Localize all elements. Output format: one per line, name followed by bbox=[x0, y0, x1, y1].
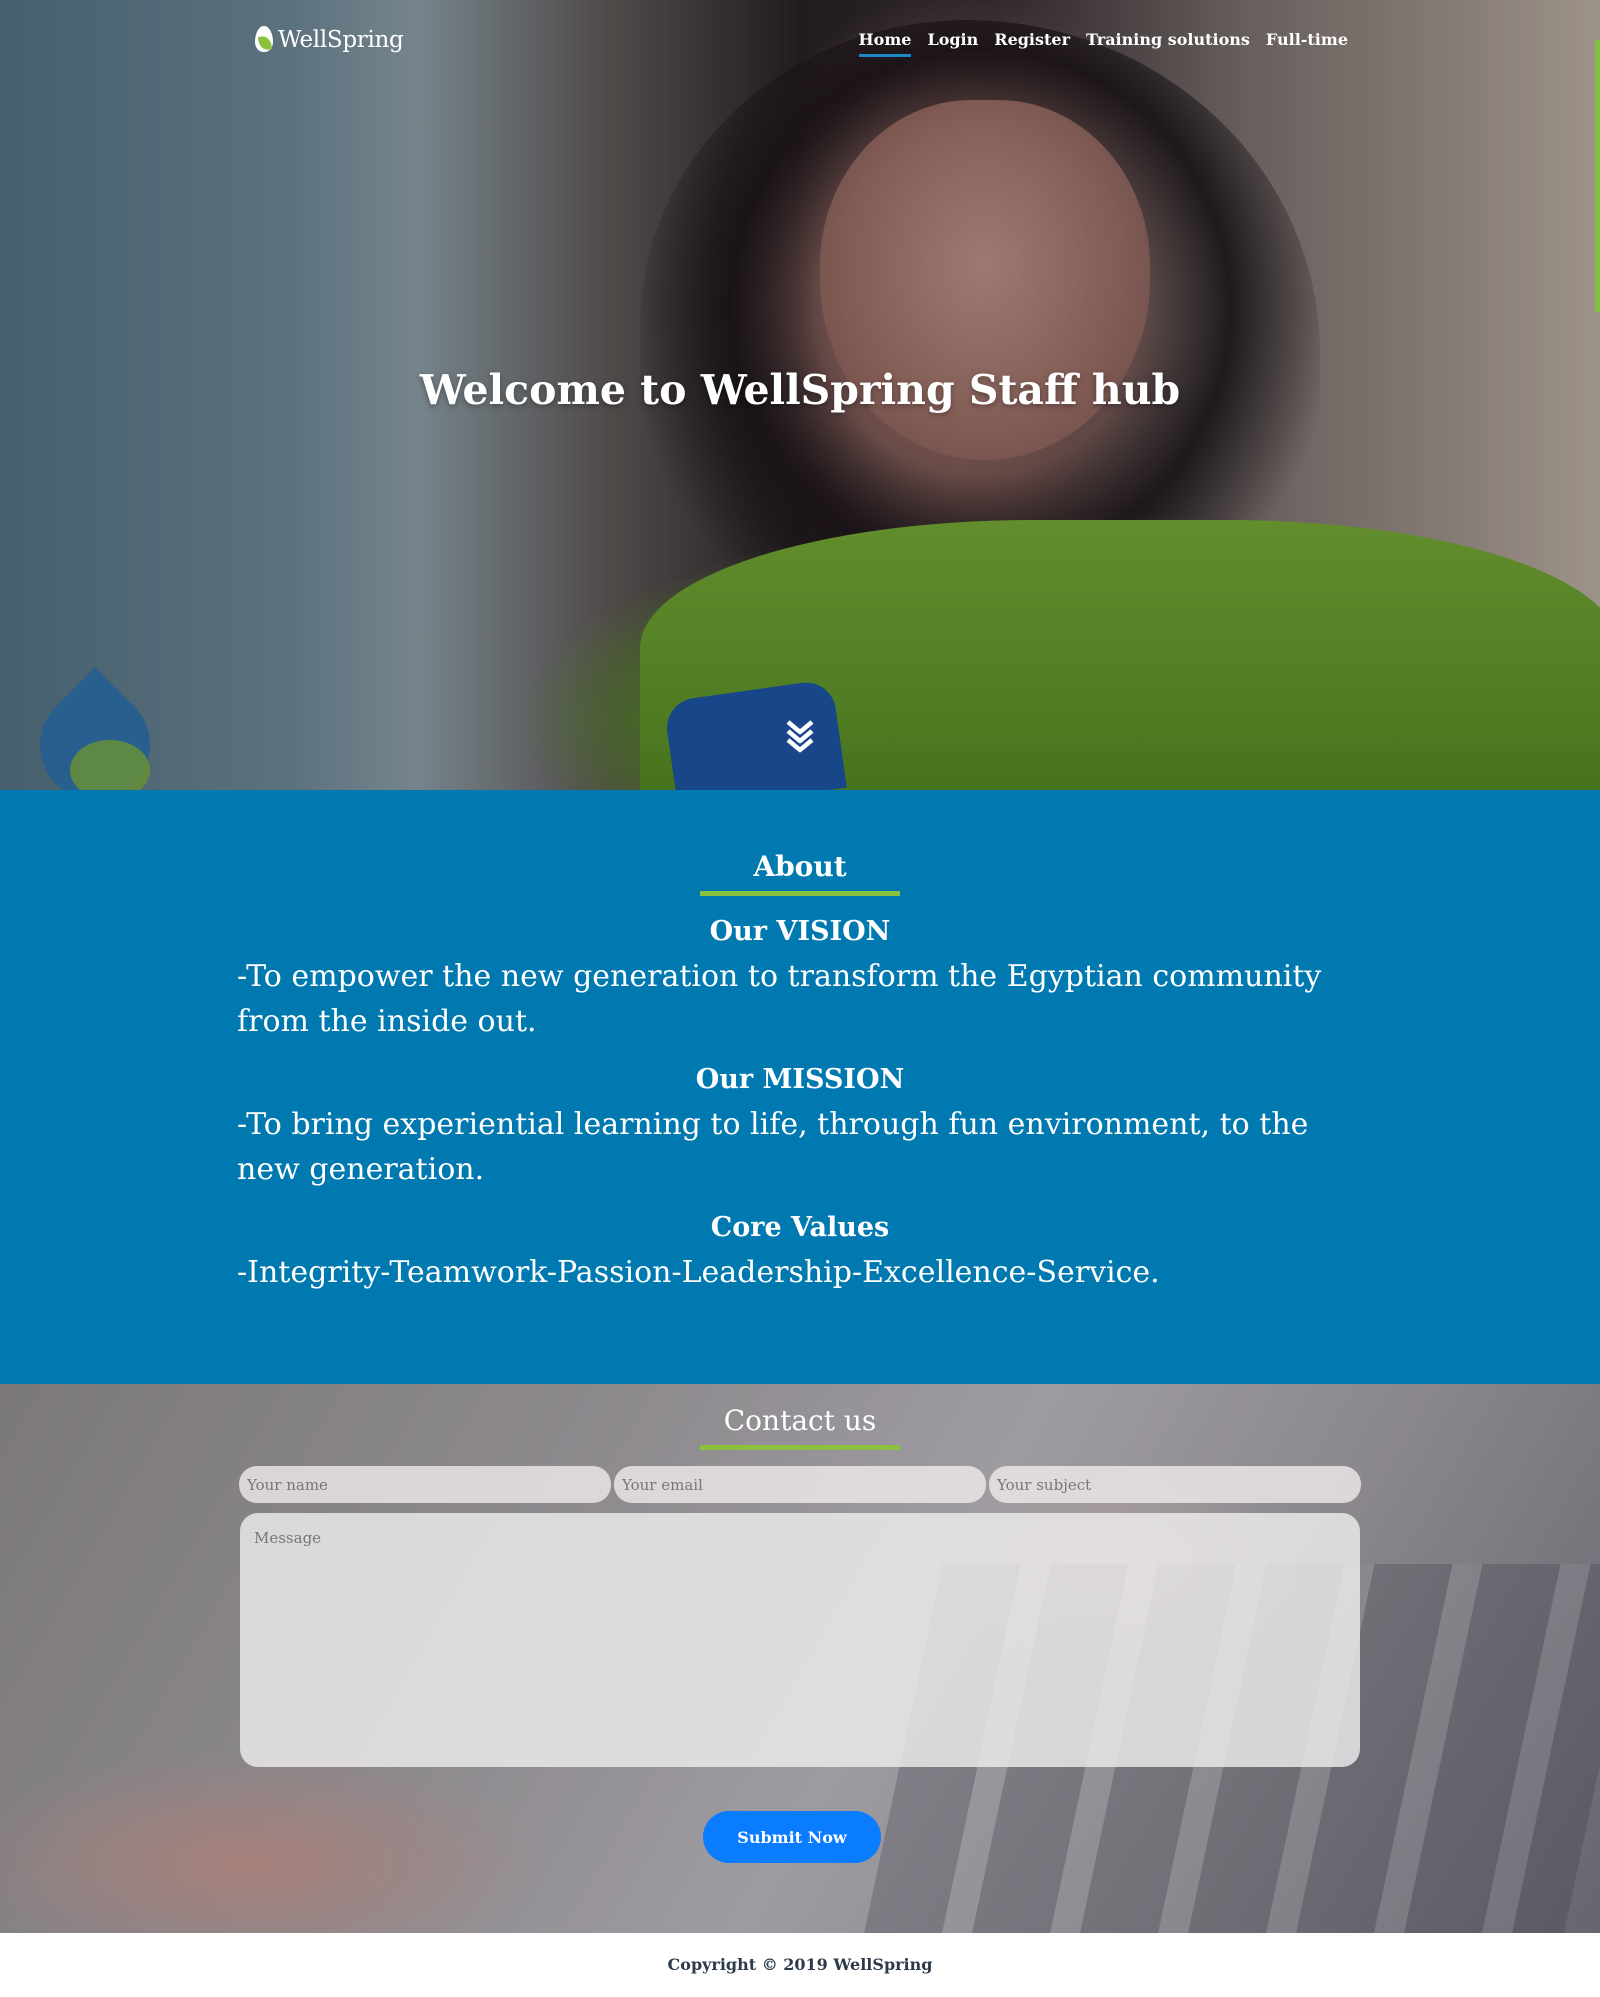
wellspring-drop-leaf-logo-icon bbox=[252, 24, 276, 56]
navbar: WellSpring Home Login Register Training … bbox=[0, 0, 1600, 90]
copyright-text: Copyright © 2019 WellSpring bbox=[667, 1955, 933, 1974]
message-textarea[interactable] bbox=[240, 1513, 1360, 1767]
nav-home[interactable]: Home bbox=[858, 30, 911, 57]
contact-heading-underline bbox=[700, 1445, 900, 1450]
main-nav: Home Login Register Training solutions F… bbox=[858, 30, 1348, 57]
about-heading-underline bbox=[700, 891, 900, 896]
nav-training-solutions[interactable]: Training solutions bbox=[1086, 30, 1250, 55]
contact-section: Contact us Submit Now bbox=[0, 1384, 1600, 1933]
footer: Copyright © 2019 WellSpring bbox=[0, 1933, 1600, 1997]
core-values-text: -Integrity-Teamwork-Passion-Leadership-E… bbox=[237, 1255, 1160, 1290]
double-chevron-down-icon[interactable] bbox=[785, 718, 815, 754]
mission-title: Our MISSION bbox=[695, 1064, 905, 1095]
contact-heading: Contact us bbox=[723, 1404, 877, 1437]
about-section: About Our VISION -To empower the new gen… bbox=[0, 790, 1600, 1384]
vision-title: Our VISION bbox=[709, 916, 891, 947]
email-input[interactable] bbox=[614, 1466, 986, 1503]
name-input[interactable] bbox=[239, 1466, 611, 1503]
contact-form: Submit Now bbox=[0, 1466, 1600, 1863]
about-heading: About bbox=[753, 850, 847, 883]
submit-button[interactable]: Submit Now bbox=[703, 1811, 881, 1863]
nav-full-time[interactable]: Full-time bbox=[1266, 30, 1348, 55]
mission-text: -To bring experiential learning to life,… bbox=[237, 1107, 1309, 1187]
nav-login[interactable]: Login bbox=[927, 30, 978, 55]
contact-inputs-row bbox=[239, 1466, 1361, 1503]
nav-register[interactable]: Register bbox=[994, 30, 1070, 55]
contact-form-wrapper: Contact us Submit Now bbox=[0, 1404, 1600, 1863]
core-values-title: Core Values bbox=[710, 1212, 890, 1243]
vision-text: -To empower the new generation to transf… bbox=[237, 959, 1322, 1039]
brand-logo[interactable]: WellSpring bbox=[252, 24, 404, 56]
brand-name: WellSpring bbox=[278, 27, 404, 53]
hero-section: WellSpring Home Login Register Training … bbox=[0, 0, 1600, 790]
subject-input[interactable] bbox=[989, 1466, 1361, 1503]
hero-title: Welcome to WellSpring Staff hub bbox=[419, 366, 1181, 414]
